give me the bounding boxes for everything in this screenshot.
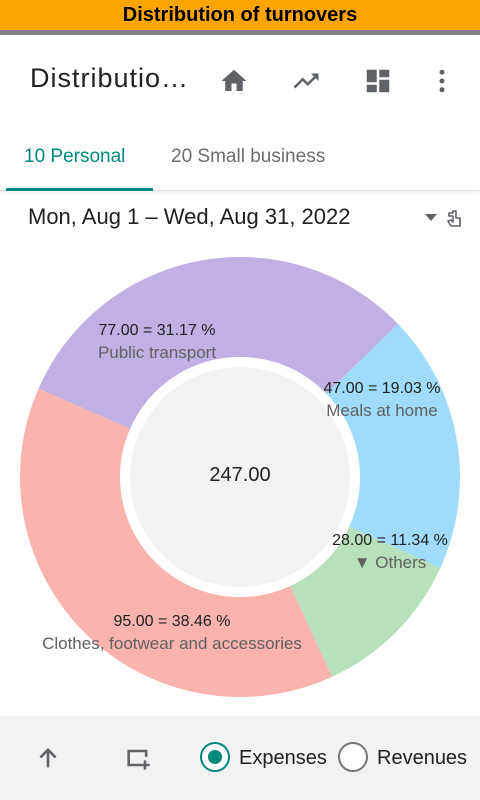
slice-name: Public transport bbox=[97, 343, 217, 362]
expenses-radio[interactable] bbox=[200, 742, 230, 772]
window-title: Distribution of turnovers bbox=[122, 4, 358, 26]
app-title: Distribution of turnovers bbox=[30, 63, 190, 93]
slice-value: 28.00 = 11.34 % bbox=[332, 532, 448, 549]
slice-label-meals-at-home: 47.00 = 19.03 % Meals at home bbox=[324, 378, 441, 422]
tab-indicator bbox=[6, 188, 153, 191]
slice-value: 95.00 = 38.46 % bbox=[113, 613, 231, 630]
add-to-queue-icon[interactable] bbox=[118, 738, 158, 778]
slice-label-public-transport: 77.00 = 31.17 % Public transport bbox=[98, 320, 216, 364]
slice-value: 77.00 = 31.17 % bbox=[98, 322, 216, 339]
revenues-radio[interactable] bbox=[338, 742, 368, 772]
home-icon[interactable] bbox=[210, 57, 258, 105]
slice-label-clothes: 95.00 = 38.46 % Clothes, footwear and ac… bbox=[42, 611, 302, 655]
date-range-text[interactable]: Mon, Aug 1 – Wed, Aug 31, 2022 bbox=[28, 204, 351, 230]
slice-label-others[interactable]: 28.00 = 11.34 % ▼ Others bbox=[332, 530, 448, 574]
window-title-bar: Distribution of turnovers bbox=[0, 0, 480, 30]
more-vert-icon[interactable] bbox=[418, 57, 466, 105]
date-range-row[interactable]: Mon, Aug 1 – Wed, Aug 31, 2022 bbox=[0, 192, 480, 242]
expenses-label[interactable]: Expenses bbox=[239, 747, 327, 770]
chart-total: 247.00 bbox=[209, 464, 271, 486]
tab-small-business[interactable]: 20 Small business bbox=[153, 125, 343, 191]
arrow-up-icon[interactable] bbox=[28, 738, 68, 778]
trending-up-icon[interactable] bbox=[282, 57, 330, 105]
dashboard-icon[interactable] bbox=[354, 57, 402, 105]
slice-name: Meals at home bbox=[326, 401, 438, 420]
bottom-bar: Expenses Revenues bbox=[0, 716, 480, 800]
date-dropdown-icon[interactable] bbox=[420, 206, 466, 230]
tab-personal[interactable]: 10 Personal bbox=[6, 125, 143, 191]
app-bar: Distribution of turnovers bbox=[0, 35, 480, 125]
slice-name: Clothes, footwear and accessories bbox=[42, 634, 302, 653]
slice-value: 47.00 = 19.03 % bbox=[323, 380, 441, 397]
slice-name[interactable]: ▼ Others bbox=[332, 552, 448, 574]
distribution-chart: 77.00 = 31.17 % Public transport 47.00 =… bbox=[0, 240, 480, 710]
tab-bar: 10 Personal 20 Small business bbox=[0, 125, 480, 191]
revenues-label[interactable]: Revenues bbox=[377, 747, 467, 770]
